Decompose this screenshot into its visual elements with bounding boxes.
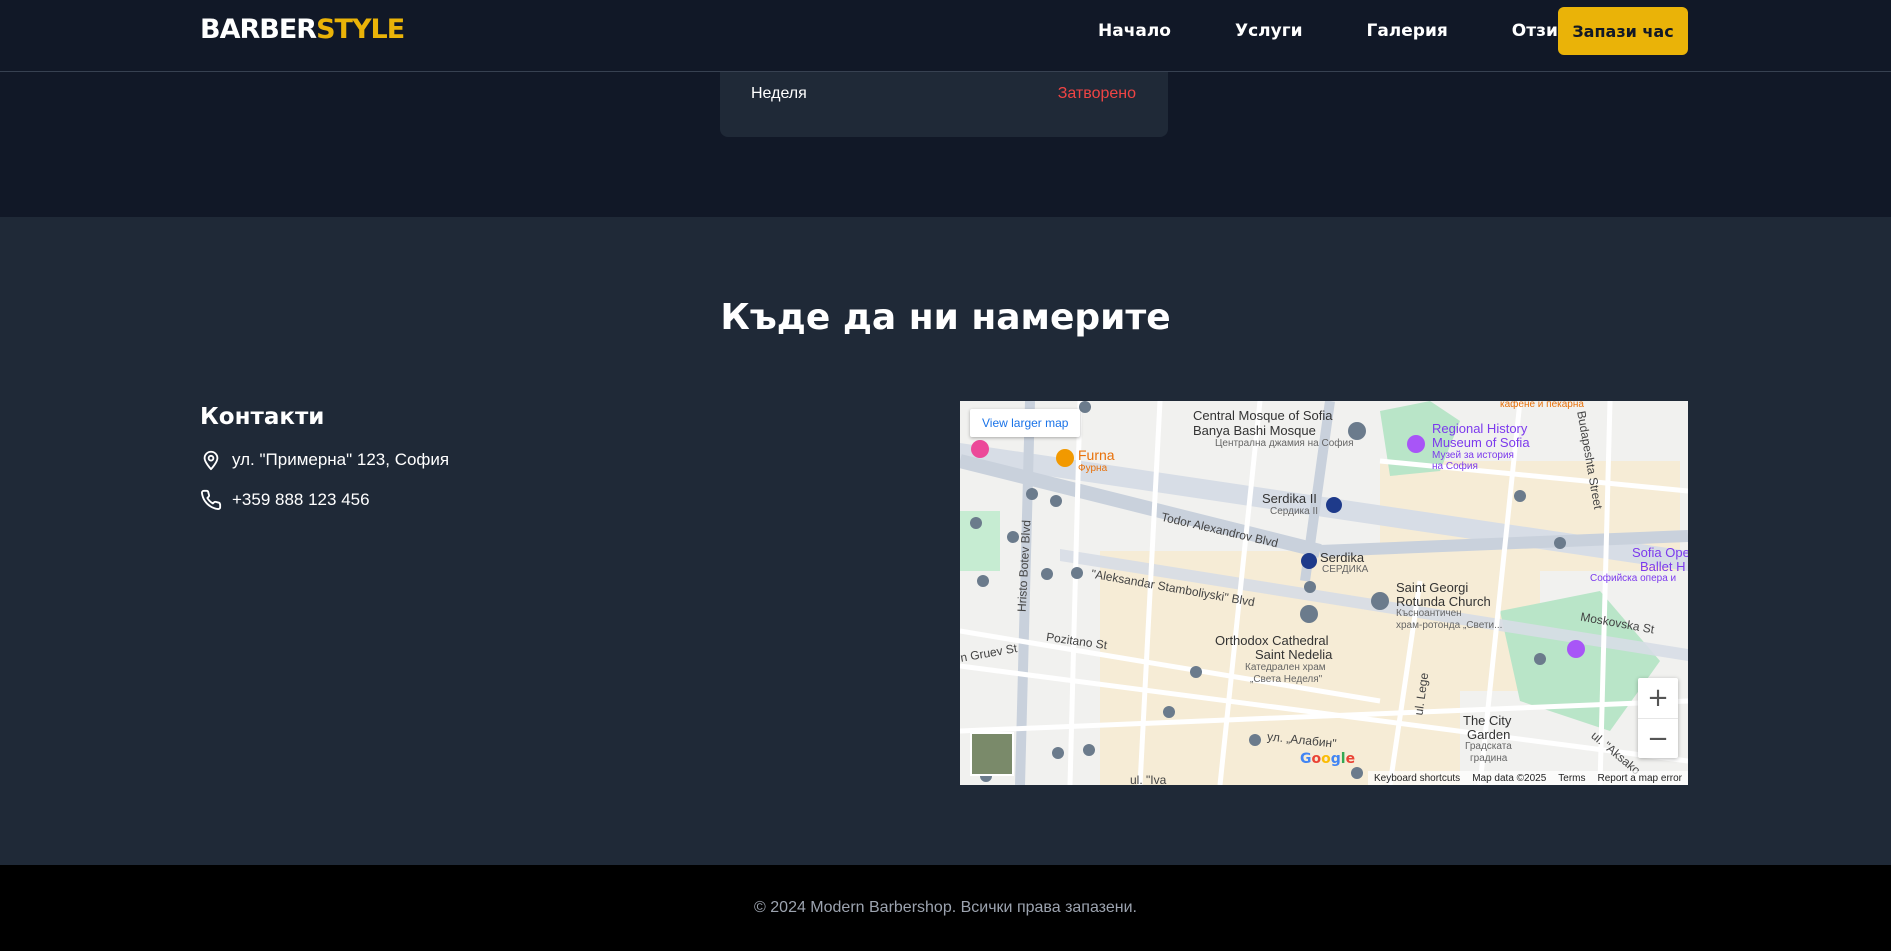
contact-phone: +359 888 123 456 bbox=[200, 489, 370, 511]
map-label-mosque2: Banya Bashi Mosque bbox=[1193, 423, 1316, 438]
zoom-in-button[interactable]: + bbox=[1638, 678, 1678, 719]
map-pin-icon bbox=[203, 450, 219, 471]
zoom-out-button[interactable]: − bbox=[1638, 719, 1678, 759]
terms-link[interactable]: Terms bbox=[1558, 773, 1585, 784]
keyboard-shortcuts-link[interactable]: Keyboard shortcuts bbox=[1374, 773, 1460, 784]
map-data-text: Map data ©2025 bbox=[1472, 772, 1547, 784]
contacts-heading: Контакти bbox=[200, 404, 325, 430]
phone-icon bbox=[201, 489, 222, 510]
opening-hours-card: Неделя Затворено bbox=[720, 71, 1168, 137]
map-tiles[interactable] bbox=[960, 401, 1688, 785]
map-label-museum2: Museum of Sofia bbox=[1432, 435, 1530, 450]
satellite-layer-toggle[interactable] bbox=[970, 732, 1014, 776]
map-label-citygarden: The City bbox=[1463, 713, 1512, 728]
map-label-museum-bg: Музей за история bbox=[1432, 450, 1514, 461]
phone-text: +359 888 123 456 bbox=[232, 490, 370, 509]
map-label-opera2: Ballet H bbox=[1640, 559, 1686, 574]
map-label-serdika2: Serdika II bbox=[1262, 491, 1317, 506]
location-title: Къде да ни намерите bbox=[720, 297, 1171, 338]
hours-day: Неделя bbox=[751, 85, 807, 102]
google-map-embed[interactable]: Central Mosque of Sofia Banya Bashi Mosq… bbox=[960, 401, 1688, 785]
nav-link-services[interactable]: Услуги bbox=[1235, 21, 1303, 41]
map-label-opera-bg: Софийска опера и bbox=[1590, 573, 1677, 584]
map-label-rotunda-bg: Къснoантичен bbox=[1396, 608, 1462, 619]
location-section: Къде да ни намерите Контакти ул. "Пример… bbox=[0, 217, 1891, 865]
contact-address: ул. "Примерна" 123, София bbox=[200, 449, 449, 471]
map-label-nedelia2: Saint Nedelia bbox=[1255, 647, 1333, 662]
map-label-citygarden-bg: Градската bbox=[1465, 741, 1512, 752]
map-label-nedelia-bg: Катедрален храм bbox=[1245, 662, 1326, 673]
site-header: BARBERSTYLE Начало Услуги Галерия Отзиви… bbox=[0, 0, 1891, 72]
book-appointment-button[interactable]: Запази час bbox=[1558, 7, 1688, 55]
map-label-opera: Sofia Ope bbox=[1632, 545, 1688, 560]
map-label-serdika-bg: СЕРДИКА bbox=[1322, 564, 1369, 575]
site-footer: © 2024 Modern Barbershop. Всички права з… bbox=[0, 865, 1891, 951]
map-label-citygarden-bg2: градина bbox=[1470, 753, 1508, 764]
map-attribution: Keyboard shortcuts Map data ©2025 Terms … bbox=[1368, 771, 1688, 785]
map-label-nedelia-bg2: „Света Неделя" bbox=[1250, 674, 1323, 685]
google-logo: Google bbox=[1300, 751, 1356, 767]
map-zoom-controls: + − bbox=[1638, 678, 1678, 758]
map-label-furna: Furna bbox=[1078, 447, 1115, 463]
map-label-museum: Regional History bbox=[1432, 421, 1528, 436]
map-label-rotunda2: Rotunda Church bbox=[1396, 594, 1491, 609]
brand-logo-part2: STYLE bbox=[316, 14, 405, 45]
map-label-rotunda: Saint Georgi bbox=[1396, 580, 1469, 595]
brand-logo[interactable]: BARBERSTYLE bbox=[200, 14, 405, 45]
copyright-text: © 2024 Modern Barbershop. Всички права з… bbox=[754, 899, 1137, 916]
map-label-ulica: ul. "Iva bbox=[1130, 773, 1167, 785]
address-text: ул. "Примерна" 123, София bbox=[232, 450, 450, 469]
brand-logo-part1: BARBER bbox=[200, 14, 317, 45]
map-label-rotunda-bg2: храм-ротонда „Свети... bbox=[1396, 620, 1503, 631]
map-label-nedelia: Orthodox Cathedral bbox=[1215, 633, 1329, 648]
hours-status: Затворено bbox=[1057, 85, 1136, 102]
map-label-serdika2-bg: Сердика II bbox=[1270, 506, 1319, 517]
map-label-furna-bg: Фурна bbox=[1078, 463, 1108, 474]
map-label-bakery: кафене и пекарна bbox=[1500, 401, 1584, 410]
nav-link-home[interactable]: Начало bbox=[1098, 21, 1171, 41]
report-map-error-link[interactable]: Report a map error bbox=[1598, 773, 1682, 784]
map-label-mosque-bg: Централна джамия на София bbox=[1215, 438, 1354, 449]
nav-link-gallery[interactable]: Галерия bbox=[1367, 21, 1448, 41]
map-label-mosque: Central Mosque of Sofia bbox=[1193, 408, 1333, 423]
map-label-museum-bg2: на София bbox=[1432, 461, 1478, 472]
view-larger-map-link[interactable]: View larger map bbox=[970, 409, 1081, 437]
main-nav: Начало Услуги Галерия Отзиви bbox=[1098, 21, 1581, 41]
map-label-citygarden2: Garden bbox=[1467, 727, 1511, 742]
map-label-serdika: Serdika bbox=[1320, 550, 1365, 565]
